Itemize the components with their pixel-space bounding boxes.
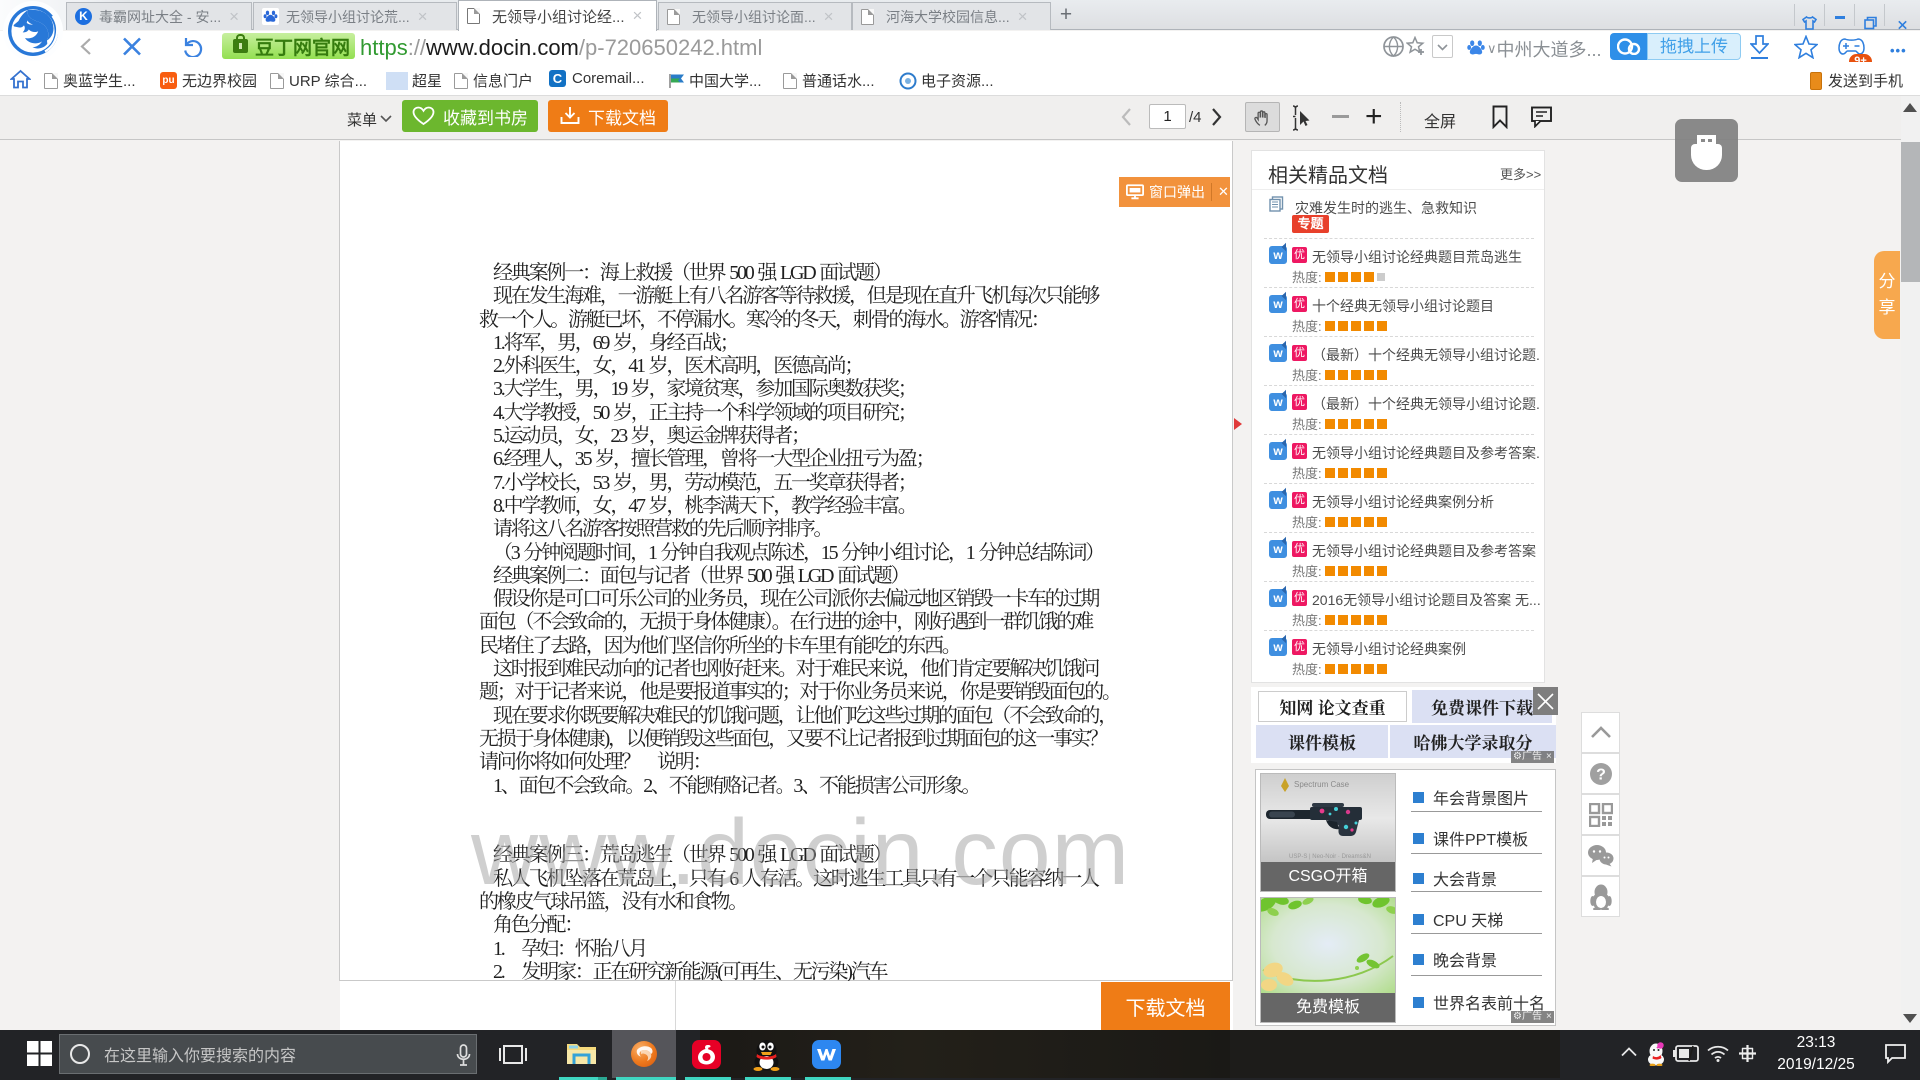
svg-text:USP-S | Neo-Noir · Dreams&N: USP-S | Neo-Noir · Dreams&N <box>1289 854 1371 860</box>
svg-text:?: ? <box>1596 766 1606 783</box>
svg-text:Spectrum Case: Spectrum Case <box>1294 780 1350 789</box>
